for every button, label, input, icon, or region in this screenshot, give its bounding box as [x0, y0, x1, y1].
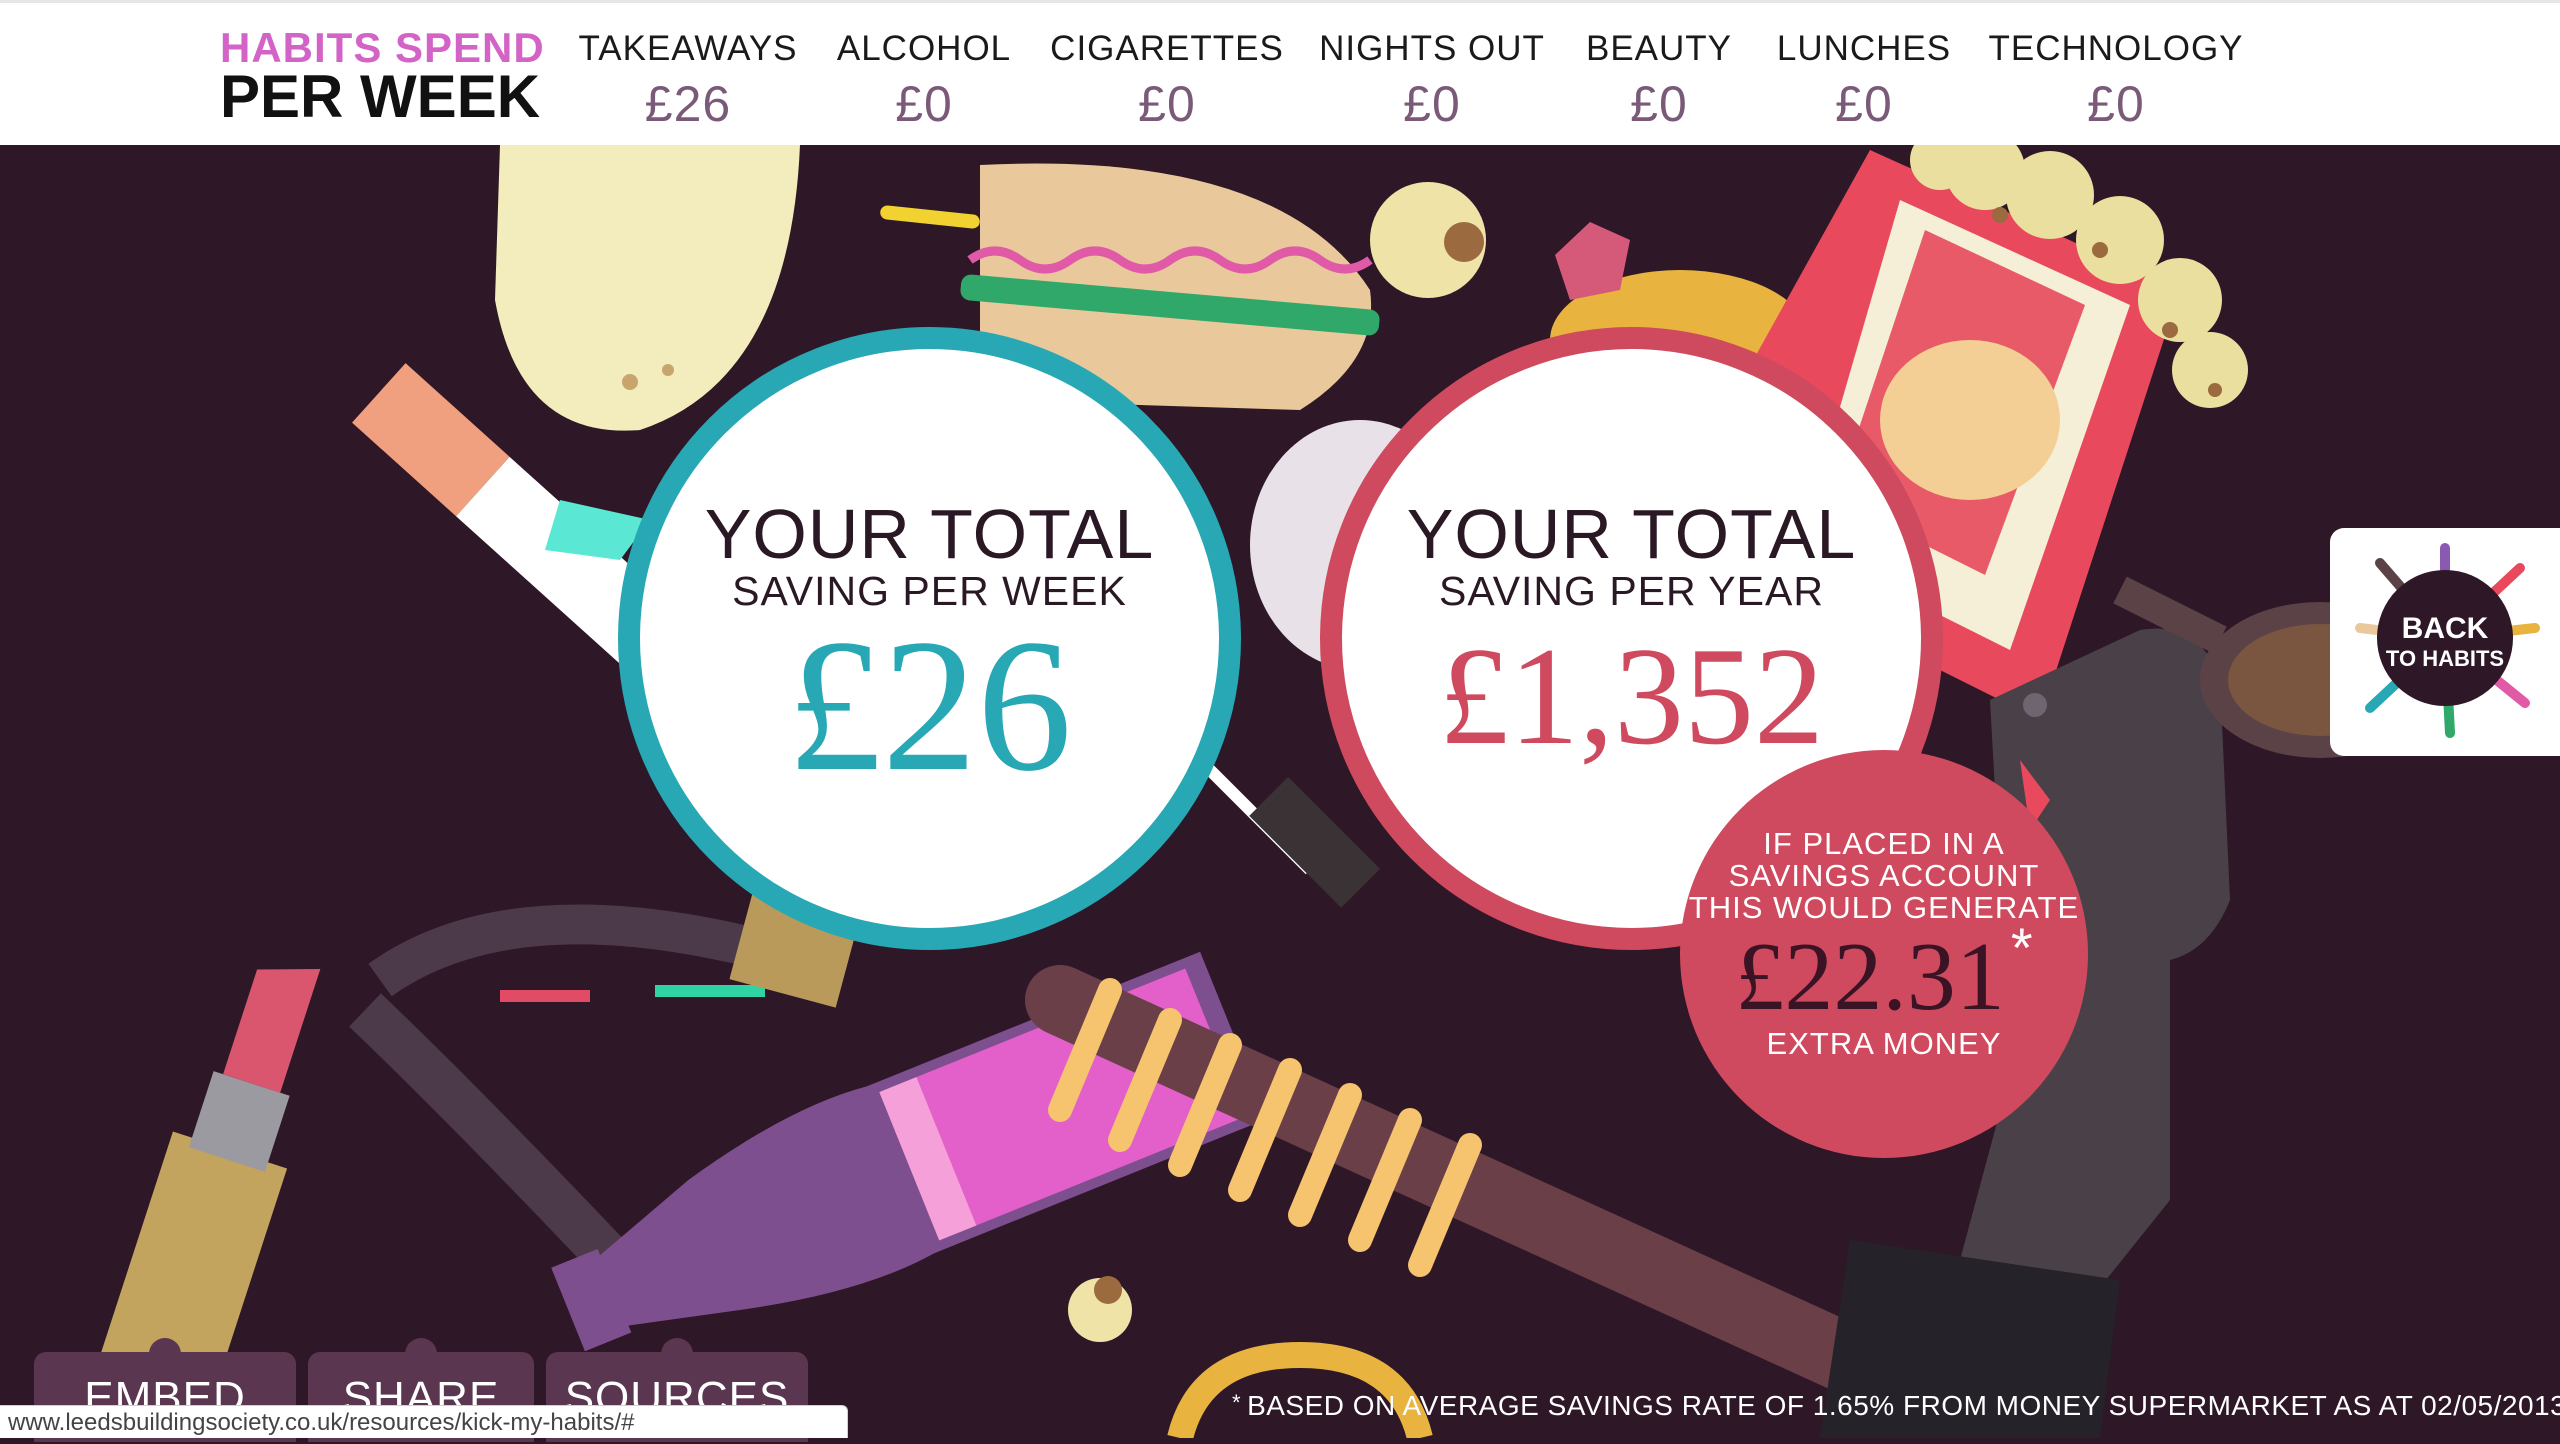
- back-to-habits-button[interactable]: BACK TO HABITS: [2330, 528, 2560, 770]
- footnote-asterisk: *: [1232, 1390, 1242, 1415]
- habits-illustration: [74, 145, 2440, 1438]
- yearly-saving-amount: £1,352: [1439, 619, 1824, 774]
- habit-alcohol[interactable]: ALCOHOL £0: [837, 29, 1011, 133]
- habit-technology[interactable]: TECHNOLOGY £0: [1988, 29, 2243, 133]
- habit-value: £0: [1403, 76, 1461, 132]
- habit-cigarettes[interactable]: CIGARETTES £0: [1050, 29, 1284, 133]
- habit-label: TECHNOLOGY: [1988, 29, 2244, 68]
- back-to-habits-line1: BACK: [2402, 612, 2489, 645]
- interest-line: IF PLACED IN A: [1763, 826, 2005, 861]
- habit-label: ALCOHOL: [836, 29, 1012, 68]
- tab-handle: [405, 1338, 437, 1370]
- interest-amount: £22.31: [1735, 923, 2005, 1031]
- habit-value: £26: [644, 76, 732, 132]
- habits-header: HABITS SPEND PER WEEK TAKEAWAYS £26 ALCO…: [0, 0, 2560, 145]
- weekly-saving-amount: £26: [787, 601, 1072, 811]
- tab-handle: [149, 1338, 181, 1370]
- back-to-habits-badge-icon: BACK TO HABITS: [2355, 543, 2540, 770]
- habit-value: £0: [1630, 76, 1688, 132]
- habit-label: LUNCHES: [1776, 29, 1952, 68]
- mascara-illustration: [1195, 755, 1381, 908]
- habit-label: BEAUTY: [1585, 29, 1733, 68]
- habit-value: £0: [1138, 76, 1196, 132]
- browser-status-url: www.leedsbuildingsociety.co.uk/resources…: [0, 1405, 848, 1438]
- interest-description: IF PLACED IN A SAVINGS ACCOUNT THIS WOUL…: [1680, 828, 2088, 924]
- tab-handle: [661, 1338, 693, 1370]
- habit-nights-out[interactable]: NIGHTS OUT £0: [1319, 29, 1545, 133]
- habit-lunches[interactable]: LUNCHES £0: [1777, 29, 1951, 133]
- habit-label: CIGARETTES: [1050, 29, 1284, 68]
- yearly-saving-title: YOUR TOTAL: [1406, 495, 1857, 573]
- weekly-saving-circle: YOUR TOTAL SAVING PER WEEK £26: [618, 327, 1241, 950]
- habit-value: £0: [2087, 76, 2145, 132]
- interest-bubble: IF PLACED IN A SAVINGS ACCOUNT THIS WOUL…: [1680, 750, 2088, 1158]
- interest-asterisk: *: [2010, 916, 2033, 979]
- habit-beauty[interactable]: BEAUTY £0: [1586, 29, 1732, 133]
- back-to-habits-line2: TO HABITS: [2386, 646, 2504, 671]
- habit-takeaways[interactable]: TAKEAWAYS £26: [578, 29, 797, 133]
- savings-rate-footnote: * BASED ON AVERAGE SAVINGS RATE OF 1.65% …: [1232, 1390, 2560, 1422]
- habit-value: £0: [1835, 76, 1893, 132]
- brand-title-bottom: PER WEEK: [220, 63, 541, 130]
- footnote-text: BASED ON AVERAGE SAVINGS RATE OF 1.65% F…: [1247, 1390, 2560, 1421]
- weekly-saving-title: YOUR TOTAL: [704, 495, 1155, 573]
- habit-label: NIGHTS OUT: [1319, 29, 1545, 68]
- yearly-saving-subtitle: SAVING PER YEAR: [1439, 568, 1824, 614]
- interest-line: SAVINGS ACCOUNT: [1728, 858, 2040, 893]
- interest-extra-label: EXTRA MONEY: [1766, 1026, 2002, 1061]
- habit-label: TAKEAWAYS: [578, 29, 798, 68]
- interest-amount-row: £22.31 *: [1680, 920, 2088, 1027]
- brand-title: HABITS SPEND PER WEEK: [220, 27, 545, 127]
- habit-value: £0: [895, 76, 953, 132]
